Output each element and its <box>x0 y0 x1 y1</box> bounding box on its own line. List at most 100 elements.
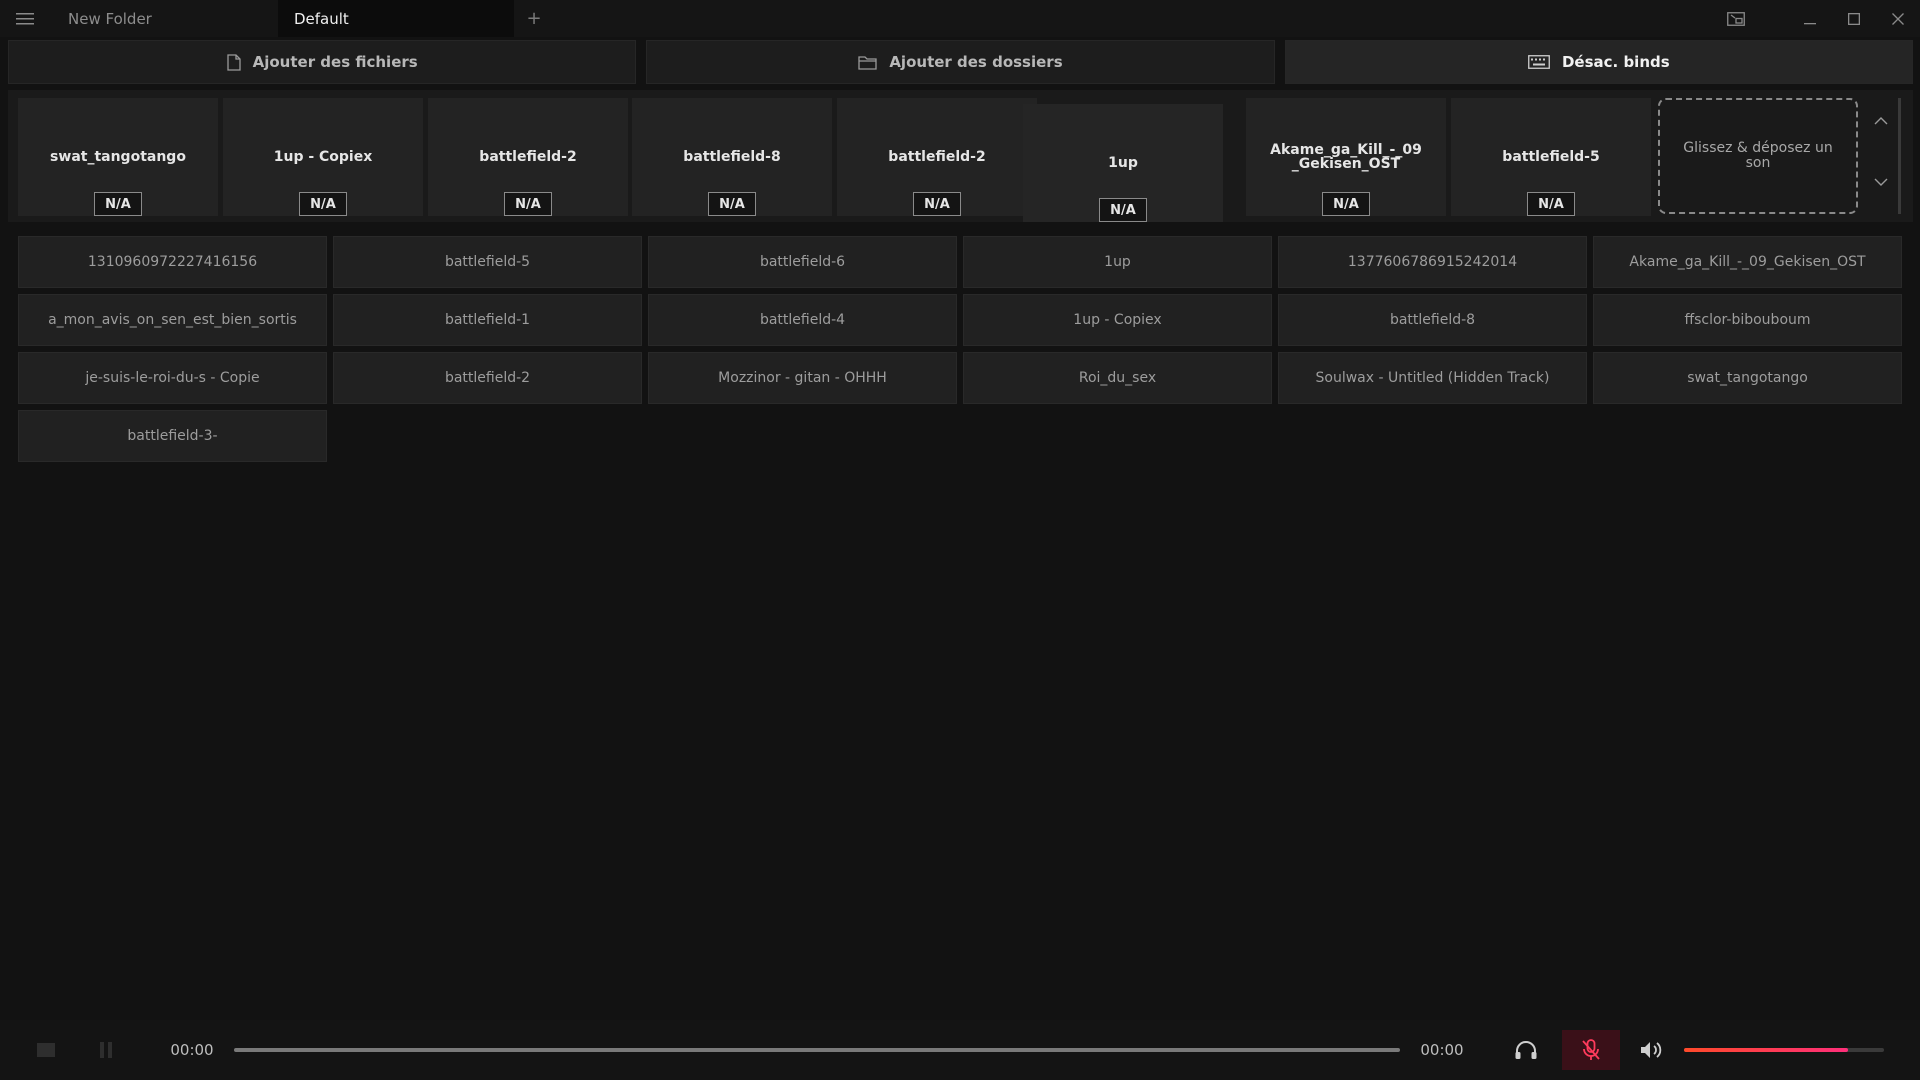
microphone-toggle-button[interactable] <box>1562 1030 1620 1070</box>
bind-card[interactable]: battlefield-2 N/A <box>428 98 628 216</box>
headphones-icon <box>1515 1041 1537 1059</box>
tab-label: New Folder <box>68 9 152 28</box>
bind-card[interactable]: swat_tangotango N/A <box>18 98 218 216</box>
sound-button[interactable]: battlefield-6 <box>648 236 957 288</box>
sound-button[interactable]: Akame_ga_Kill_-_09_Gekisen_OST <box>1593 236 1902 288</box>
bound-sounds-strip: swat_tangotango N/A 1up - Copiex N/A bat… <box>8 90 1913 222</box>
sound-button[interactable]: Roi_du_sex <box>963 352 1272 404</box>
bind-key-badge: N/A <box>299 192 347 216</box>
sound-button[interactable]: battlefield-3- <box>18 410 327 462</box>
bind-name: 1up - Copiex <box>273 149 373 165</box>
sound-button[interactable]: ffsclor-bibouboum <box>1593 294 1902 346</box>
maximize-button[interactable] <box>1832 0 1876 37</box>
pause-button[interactable] <box>76 1020 136 1080</box>
current-time: 00:00 <box>170 1041 214 1059</box>
add-files-label: Ajouter des fichiers <box>252 53 418 71</box>
headphones-button[interactable] <box>1496 1020 1556 1080</box>
volume-button[interactable] <box>1626 1020 1676 1080</box>
chevron-down-icon <box>1874 178 1888 186</box>
bind-card[interactable]: Akame_ga_Kill_-_09 _Gekisen_OST N/A <box>1246 98 1446 216</box>
bind-key-badge: N/A <box>1527 192 1575 216</box>
close-icon <box>1892 12 1904 25</box>
sound-grid: 1310960972227416156 battlefield-5 battle… <box>18 236 1906 462</box>
bind-name: battlefield-8 <box>683 149 781 165</box>
sound-button[interactable]: Soulwax - Untitled (Hidden Track) <box>1278 352 1587 404</box>
volume-icon <box>1641 1042 1662 1058</box>
picture-in-picture-icon <box>1727 11 1745 26</box>
bind-card[interactable]: battlefield-2 N/A <box>837 98 1037 216</box>
stop-button[interactable] <box>16 1020 76 1080</box>
strip-scroll-arrows <box>1866 110 1896 190</box>
add-folders-label: Ajouter des dossiers <box>889 53 1063 71</box>
sound-button[interactable]: battlefield-5 <box>333 236 642 288</box>
close-button[interactable] <box>1876 0 1920 37</box>
bind-key-badge: N/A <box>94 192 142 216</box>
bind-key-badge: N/A <box>708 192 756 216</box>
action-bar: Ajouter des fichiers Ajouter des dossier… <box>8 40 1913 84</box>
volume-slider-fill <box>1684 1048 1848 1052</box>
playback-progress-slider[interactable] <box>234 1048 1400 1052</box>
bind-name: 1up <box>1108 155 1138 171</box>
sound-button[interactable]: 1310960972227416156 <box>18 236 327 288</box>
titlebar-spacer <box>1758 0 1788 37</box>
keyboard-icon <box>1528 55 1550 69</box>
strip-scrollbar[interactable] <box>1898 98 1901 214</box>
sound-button[interactable]: battlefield-2 <box>333 352 642 404</box>
bind-name: Akame_ga_Kill_-_09 _Gekisen_OST <box>1270 142 1422 172</box>
title-bar: New Folder Default + <box>0 0 1920 37</box>
pause-icon <box>100 1042 112 1058</box>
window-controls <box>1714 0 1920 37</box>
mini-player-button[interactable] <box>1714 0 1758 37</box>
add-tab-label: + <box>526 8 542 29</box>
sound-button[interactable]: battlefield-8 <box>1278 294 1587 346</box>
bind-name: swat_tangotango <box>50 149 186 165</box>
tab-new-folder[interactable]: New Folder <box>50 0 278 37</box>
sound-button[interactable]: 1377606786915242014 <box>1278 236 1587 288</box>
hamburger-icon <box>16 12 34 24</box>
maximize-icon <box>1848 12 1860 25</box>
tab-label: Default <box>294 9 349 28</box>
add-files-button[interactable]: Ajouter des fichiers <box>8 40 637 84</box>
sound-grid-empty-area <box>8 470 1913 1018</box>
disable-binds-label: Désac. binds <box>1561 53 1670 71</box>
sound-button[interactable]: je-suis-le-roi-du-s - Copie <box>18 352 327 404</box>
bind-key-badge: N/A <box>504 192 552 216</box>
bind-name: battlefield-5 <box>1502 149 1600 165</box>
bind-name: battlefield-2 <box>888 149 986 165</box>
add-folders-button[interactable]: Ajouter des dossiers <box>646 40 1275 84</box>
folder-icon <box>858 55 877 70</box>
sound-button[interactable]: battlefield-4 <box>648 294 957 346</box>
mic-off-icon <box>1582 1039 1600 1060</box>
bind-key-badge: N/A <box>1099 198 1147 222</box>
disable-binds-button[interactable]: Désac. binds <box>1284 40 1913 84</box>
scroll-up-button[interactable] <box>1874 110 1888 129</box>
bind-card[interactable]: 1up - Copiex N/A <box>223 98 423 216</box>
sound-button[interactable]: a_mon_avis_on_sen_est_bien_sortis <box>18 294 327 346</box>
total-time: 00:00 <box>1420 1041 1464 1059</box>
sound-button[interactable]: battlefield-1 <box>333 294 642 346</box>
tab-default[interactable]: Default <box>278 0 514 37</box>
sound-button[interactable]: 1up <box>963 236 1272 288</box>
minimize-icon <box>1804 22 1816 24</box>
minimize-button[interactable] <box>1788 0 1832 37</box>
add-tab-button[interactable]: + <box>514 0 554 37</box>
bind-card[interactable]: battlefield-8 N/A <box>632 98 832 216</box>
bind-key-badge: N/A <box>1322 192 1370 216</box>
scroll-down-button[interactable] <box>1874 171 1888 190</box>
menu-button[interactable] <box>0 0 50 37</box>
bind-card-dragging[interactable]: 1up N/A <box>1023 104 1223 222</box>
soundboard-app: New Folder Default + Ajouter des fichier… <box>0 0 1920 1080</box>
bind-key-badge: N/A <box>913 192 961 216</box>
chevron-up-icon <box>1874 117 1888 125</box>
stop-icon <box>37 1043 55 1057</box>
volume-slider[interactable] <box>1684 1048 1884 1052</box>
bind-name: battlefield-2 <box>479 149 577 165</box>
sound-dropzone[interactable]: Glissez & déposez un son <box>1658 98 1858 214</box>
player-bar: 00:00 00:00 <box>0 1020 1920 1080</box>
sound-button[interactable]: swat_tangotango <box>1593 352 1902 404</box>
sound-button[interactable]: 1up - Copiex <box>963 294 1272 346</box>
sound-button[interactable]: Mozzinor - gitan - OHHH <box>648 352 957 404</box>
bind-card[interactable]: battlefield-5 N/A <box>1451 98 1651 216</box>
dropzone-label: Glissez & déposez un son <box>1683 140 1833 171</box>
file-icon <box>226 53 241 71</box>
